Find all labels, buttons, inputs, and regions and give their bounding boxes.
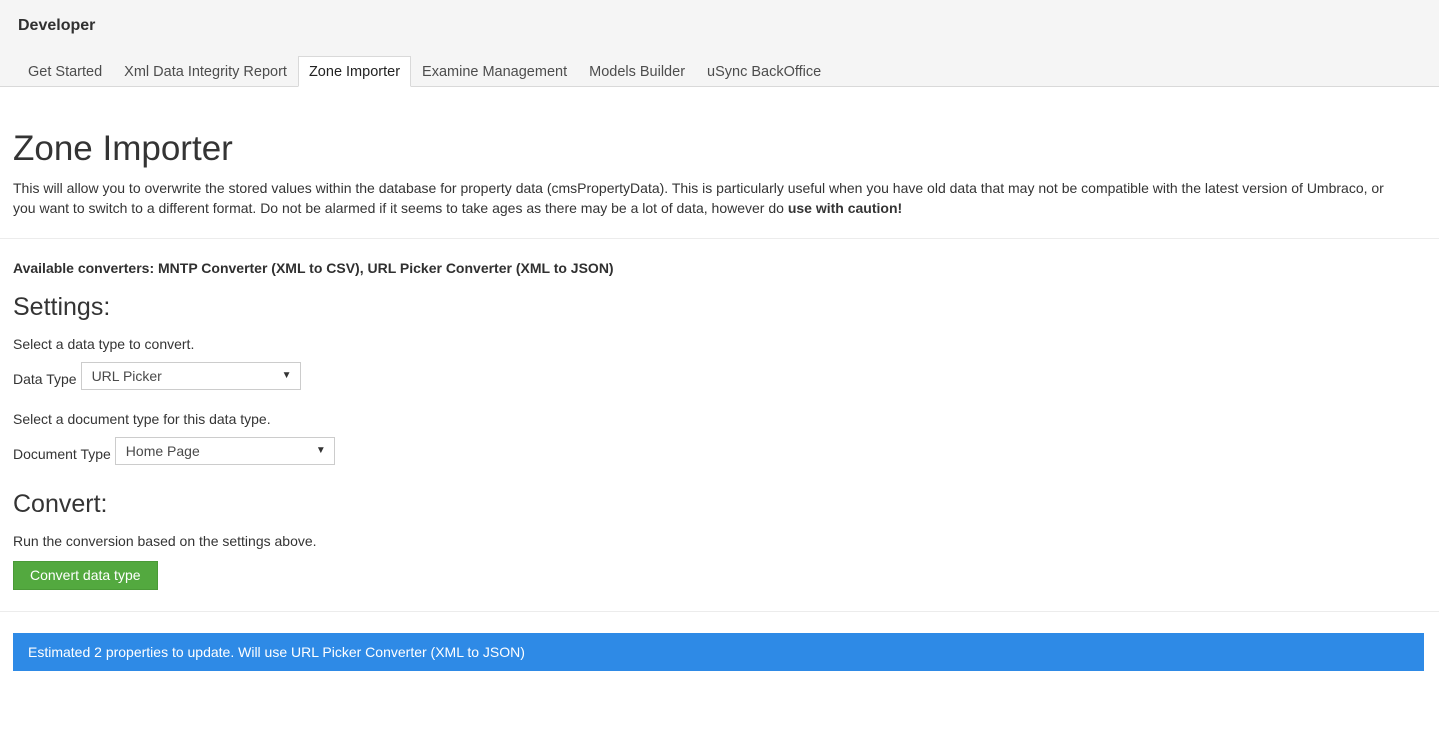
divider bbox=[0, 611, 1439, 612]
info-alert: Estimated 2 properties to update. Will u… bbox=[13, 633, 1424, 671]
data-type-row: Data Type URL Picker ▼ bbox=[13, 362, 1424, 390]
intro-caution: use with caution! bbox=[787, 200, 903, 216]
page-title: Zone Importer bbox=[13, 129, 233, 168]
tab-get-started[interactable]: Get Started bbox=[17, 56, 113, 86]
chevron-down-icon: ▼ bbox=[281, 370, 292, 381]
convert-help: Run the conversion based on the settings… bbox=[13, 533, 317, 549]
intro-text: This will allow you to overwrite the sto… bbox=[13, 178, 1403, 218]
document-type-row: Document Type Home Page ▼ bbox=[13, 437, 1424, 465]
main-content: Zone Importer This will allow you to ove… bbox=[0, 87, 1439, 671]
data-type-help: Select a data type to convert. bbox=[13, 336, 195, 352]
tab-xml-data-integrity-report[interactable]: Xml Data Integrity Report bbox=[113, 56, 298, 86]
intro-body: This will allow you to overwrite the sto… bbox=[13, 180, 1384, 216]
chevron-down-icon: ▼ bbox=[315, 445, 326, 456]
section-title: Developer bbox=[18, 17, 96, 34]
available-converters: Available converters: MNTP Converter (XM… bbox=[13, 260, 614, 276]
document-type-help: Select a document type for this data typ… bbox=[13, 411, 271, 427]
tab-models-builder[interactable]: Models Builder bbox=[578, 56, 696, 86]
convert-heading: Convert: bbox=[13, 490, 108, 518]
data-type-select[interactable]: URL Picker ▼ bbox=[80, 362, 301, 390]
divider bbox=[0, 238, 1439, 239]
tab-usync-backoffice[interactable]: uSync BackOffice bbox=[696, 56, 832, 86]
tab-bar: Get Started Xml Data Integrity Report Zo… bbox=[17, 56, 832, 87]
settings-heading: Settings: bbox=[13, 293, 111, 321]
section-header: Developer Get Started Xml Data Integrity… bbox=[0, 0, 1439, 87]
tab-examine-management[interactable]: Examine Management bbox=[411, 56, 578, 86]
convert-data-type-button[interactable]: Convert data type bbox=[13, 561, 158, 590]
data-type-label: Data Type bbox=[13, 371, 77, 387]
document-type-selected: Home Page bbox=[125, 443, 200, 459]
document-type-select[interactable]: Home Page ▼ bbox=[114, 437, 335, 465]
tab-zone-importer[interactable]: Zone Importer bbox=[297, 56, 412, 87]
document-type-label: Document Type bbox=[13, 446, 111, 462]
data-type-selected: URL Picker bbox=[91, 368, 162, 384]
